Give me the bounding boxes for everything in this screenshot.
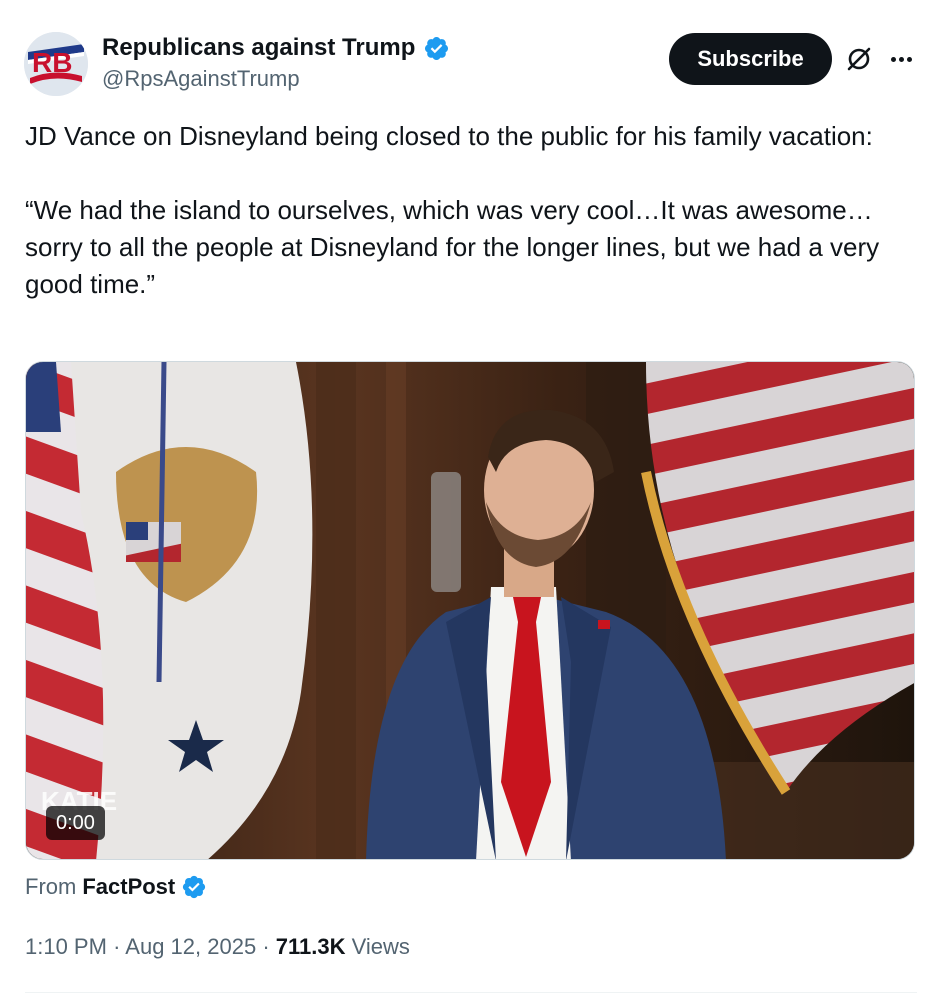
author-name-row: Republicans against Trump bbox=[102, 34, 450, 62]
grok-icon[interactable] bbox=[844, 44, 874, 74]
avatar-letters: RB bbox=[32, 47, 72, 78]
verified-badge-icon bbox=[425, 36, 449, 60]
tweet-card: RB Republicans against Trump @RpsAgainst… bbox=[0, 0, 941, 1000]
source-prefix: From bbox=[25, 874, 77, 899]
tweet-paragraph: JD Vance on Disneyland being closed to t… bbox=[25, 121, 873, 151]
views-count: 711.3K bbox=[275, 934, 346, 959]
meta-separator: · bbox=[262, 934, 270, 959]
author-display-name[interactable]: Republicans against Trump bbox=[102, 34, 415, 62]
tweet-paragraph: “We had the island to ourselves, which w… bbox=[25, 195, 880, 299]
more-dot bbox=[890, 56, 896, 62]
video-time-badge: 0:00 bbox=[46, 806, 105, 840]
tweet-text: JD Vance on Disneyland being closed to t… bbox=[25, 118, 917, 303]
tweet-meta: 1:10 PM · Aug 12, 2025 · 711.3K Views bbox=[25, 934, 410, 960]
divider bbox=[25, 992, 917, 993]
video-player[interactable]: KATIE bbox=[25, 361, 915, 860]
avatar-logo-icon: RB bbox=[24, 32, 88, 96]
tweet-time-link[interactable]: 1:10 PM bbox=[25, 934, 107, 959]
author-avatar[interactable]: RB bbox=[24, 32, 88, 96]
tweet-date-link[interactable]: Aug 12, 2025 bbox=[125, 934, 256, 959]
views-label: Views bbox=[351, 934, 410, 959]
meta-separator: · bbox=[113, 934, 121, 959]
source-name-link[interactable]: FactPost bbox=[82, 874, 175, 900]
source-attribution: From FactPost bbox=[25, 874, 207, 900]
more-options-icon[interactable] bbox=[886, 44, 916, 74]
more-dot bbox=[898, 56, 904, 62]
verified-badge-icon bbox=[183, 875, 206, 899]
video-thumbnail: KATIE bbox=[26, 362, 914, 859]
more-dot bbox=[906, 56, 912, 62]
subscribe-button[interactable]: Subscribe bbox=[669, 33, 832, 85]
author-handle[interactable]: @RpsAgainstTrump bbox=[102, 66, 300, 92]
